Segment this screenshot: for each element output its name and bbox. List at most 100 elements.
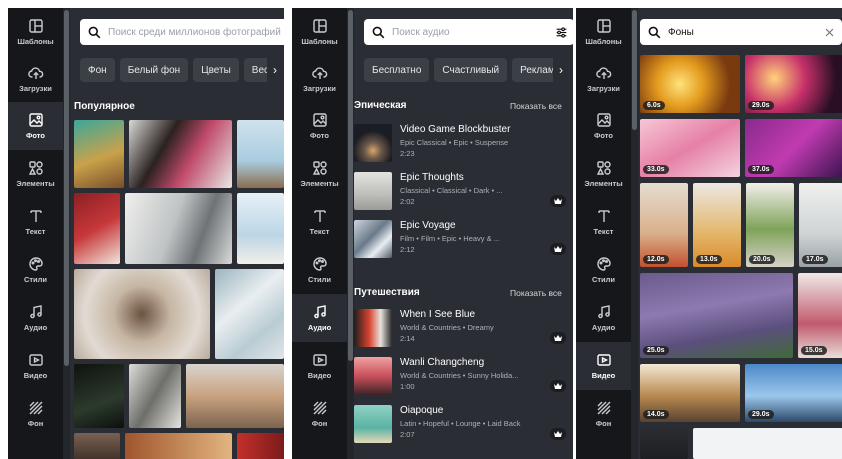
sidebar-item-elements[interactable]: Элементы xyxy=(8,150,63,198)
photo-thumbnail[interactable] xyxy=(237,433,284,459)
sidebar-item-background[interactable]: Фон xyxy=(8,390,63,438)
sidebar-item-templates[interactable]: Шаблоны xyxy=(292,8,347,56)
sidebar-item-photo[interactable]: Фото xyxy=(292,102,347,150)
track-title: Epic Voyage xyxy=(400,220,456,231)
sidebar-item-text[interactable]: Текст xyxy=(292,198,347,246)
elements-icon xyxy=(312,161,327,175)
sidebar-item-elements[interactable]: Элементы xyxy=(576,150,631,198)
photo-thumbnail[interactable] xyxy=(74,364,124,428)
video-thumbnail[interactable]: 15.0s xyxy=(798,273,842,358)
photo-thumbnail[interactable] xyxy=(74,269,210,359)
photo-thumbnail[interactable] xyxy=(129,120,232,188)
video-thumbnail[interactable]: 6.0s xyxy=(640,55,740,113)
chip-white-background[interactable]: Белый фон xyxy=(119,58,189,82)
scrollbar[interactable] xyxy=(347,8,354,459)
chip-happy[interactable]: Счастливый xyxy=(434,58,508,82)
video-duration: 13.0s xyxy=(696,255,722,264)
chevron-right-icon[interactable]: › xyxy=(553,58,569,82)
audio-track-row[interactable]: When I See Blue World & Countries • Drea… xyxy=(354,301,573,349)
scrollbar-thumb[interactable] xyxy=(348,10,353,361)
scrollbar-thumb[interactable] xyxy=(632,10,637,130)
chip-flowers[interactable]: Цветы xyxy=(193,58,239,82)
close-icon[interactable] xyxy=(816,19,842,45)
palette-icon xyxy=(312,257,327,271)
chip-background[interactable]: Фон xyxy=(80,58,115,82)
sidebar-item-background[interactable]: Фон xyxy=(292,390,347,438)
video-thumbnail[interactable]: 20.0s xyxy=(746,183,794,267)
sidebar-item-templates[interactable]: Шаблоны xyxy=(8,8,63,56)
video-thumbnail[interactable]: 25.0s xyxy=(640,273,793,358)
photo-thumbnail[interactable] xyxy=(74,433,120,459)
photo-search-input[interactable] xyxy=(108,26,284,38)
sidebar-item-upload-cloud[interactable]: Загрузки xyxy=(292,55,347,103)
chevron-right-icon[interactable]: › xyxy=(267,58,283,82)
audio-track-row[interactable]: Oiapoque Latin • Hopeful • Lounge • Laid… xyxy=(354,397,573,445)
track-cover xyxy=(354,124,392,162)
sidebar-item-palette[interactable]: Стили xyxy=(576,246,631,294)
scrollbar-thumb[interactable] xyxy=(64,10,69,366)
filter-sliders-icon[interactable] xyxy=(548,19,573,45)
audio-track-row[interactable]: Video Game Blockbuster Epic Classical • … xyxy=(354,116,573,164)
video-thumbnail[interactable]: 17.0s xyxy=(799,183,842,267)
sidebar-item-video[interactable]: Видео xyxy=(8,342,63,390)
sidebar-item-background[interactable]: Фон xyxy=(576,390,631,438)
show-all-epic-link[interactable]: Показать все xyxy=(510,101,562,111)
audio-search-box[interactable] xyxy=(364,19,573,45)
photo-thumbnail[interactable] xyxy=(129,364,181,428)
video-thumbnail[interactable]: 13.0s xyxy=(693,183,741,267)
sidebar-item-upload-cloud[interactable]: Загрузки xyxy=(8,55,63,103)
track-duration: 1:00 xyxy=(400,382,415,391)
track-cover xyxy=(354,220,392,258)
audio-track-row[interactable]: Epic Voyage Film • Film • Epic • Heavy &… xyxy=(354,212,573,260)
music-note-icon xyxy=(313,305,326,319)
sidebar-item-music-note[interactable]: Аудио xyxy=(576,294,631,342)
show-all-travel-link[interactable]: Показать все xyxy=(510,288,562,298)
track-meta: Film • Film • Epic • Heavy & ... xyxy=(400,234,500,243)
sidebar-item-photo[interactable]: Фото xyxy=(8,102,63,150)
sidebar-item-label: Фото xyxy=(594,131,613,140)
photo-thumbnail[interactable] xyxy=(186,364,284,428)
sidebar-item-upload-cloud[interactable]: Загрузки xyxy=(576,55,631,103)
audio-track-row[interactable]: Epic Thoughts Classical • Classical • Da… xyxy=(354,164,573,212)
video-content: 6.0s 29.0s 33.0s 37.0s 12.0s 13.0s 20.0s… xyxy=(638,8,842,459)
sidebar-item-elements[interactable]: Элементы xyxy=(292,150,347,198)
video-thumbnail[interactable]: 37.0s xyxy=(745,119,842,177)
scrollbar[interactable] xyxy=(63,8,70,459)
video-thumbnail[interactable]: 12.0s xyxy=(640,183,688,267)
video-thumbnail[interactable]: 29.0s xyxy=(745,55,842,113)
scrollbar[interactable] xyxy=(631,8,638,459)
photo-thumbnail[interactable] xyxy=(125,193,232,264)
sidebar-item-templates[interactable]: Шаблоны xyxy=(576,8,631,56)
video-thumbnail[interactable] xyxy=(693,428,842,459)
video-thumbnail[interactable]: 29.0s xyxy=(745,364,842,422)
video-thumbnail[interactable]: 14.0s xyxy=(640,364,740,422)
sidebar-item-video[interactable]: Видео xyxy=(576,342,631,390)
video-search-input[interactable] xyxy=(668,26,816,38)
chip-free[interactable]: Бесплатно xyxy=(364,58,430,82)
photo-thumbnail[interactable] xyxy=(74,120,124,188)
sidebar-item-photo[interactable]: Фото xyxy=(576,102,631,150)
video-thumbnail[interactable]: 33.0s xyxy=(640,119,740,177)
sidebar-item-music-note[interactable]: Аудио xyxy=(8,294,63,342)
video-duration: 20.0s xyxy=(749,255,775,264)
sidebar-item-music-note[interactable]: Аудио xyxy=(292,294,347,342)
photo-thumbnail[interactable] xyxy=(215,269,284,359)
audio-search-input[interactable] xyxy=(392,26,548,38)
photo-thumbnail[interactable] xyxy=(237,120,284,188)
sidebar-item-video[interactable]: Видео xyxy=(292,342,347,390)
photo-search-box[interactable] xyxy=(80,19,284,45)
crown-icon xyxy=(550,332,566,344)
video-thumbnail[interactable] xyxy=(640,428,688,459)
track-title: Oiapoque xyxy=(400,405,444,416)
photo-thumbnail[interactable] xyxy=(74,193,120,264)
sidebar-item-text[interactable]: Текст xyxy=(576,198,631,246)
sidebar-item-palette[interactable]: Стили xyxy=(8,246,63,294)
sidebar-item-palette[interactable]: Стили xyxy=(292,246,347,294)
photo-thumbnail[interactable] xyxy=(125,433,232,459)
sidebar-item-text[interactable]: Текст xyxy=(8,198,63,246)
photo-thumbnail[interactable] xyxy=(237,193,284,264)
video-search-box[interactable] xyxy=(640,19,842,45)
crown-icon xyxy=(550,428,566,440)
audio-track-row[interactable]: Wanli Changcheng World & Countries • Sun… xyxy=(354,349,573,397)
sidebar-item-label: Видео xyxy=(307,371,332,380)
